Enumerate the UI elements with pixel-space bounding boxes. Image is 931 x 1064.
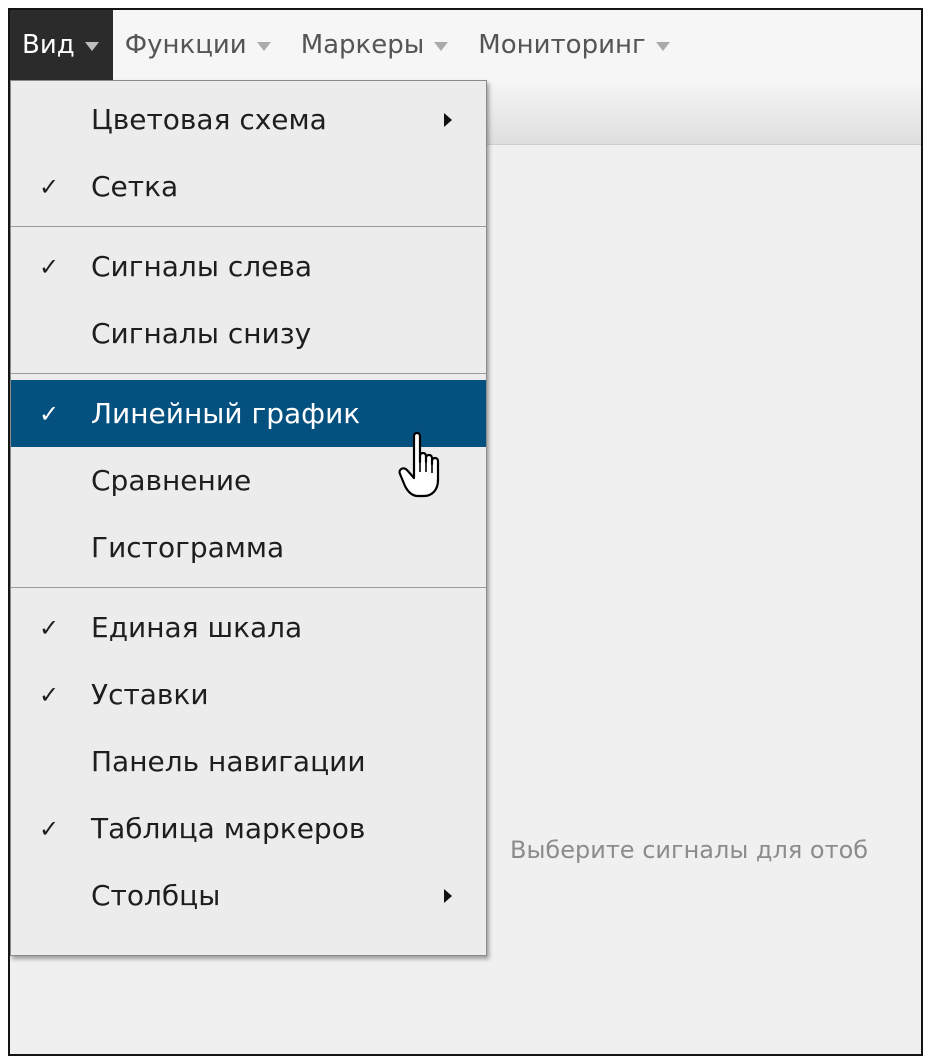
menu-item-unified-scale[interactable]: ✓ Единая шкала	[11, 594, 486, 661]
hand-pointer-icon	[398, 431, 440, 498]
menu-item-histogram[interactable]: Гистограмма	[11, 514, 486, 581]
caret-right-icon	[444, 889, 452, 903]
menu-item-label: Сигналы снизу	[91, 317, 312, 350]
menu-item-label: Линейный график	[91, 397, 361, 430]
menu-markers[interactable]: Маркеры	[289, 10, 467, 80]
empty-workspace-message: Выберите сигналы для отоб	[510, 836, 869, 864]
menu-item-navigation-panel[interactable]: Панель навигации	[11, 728, 486, 795]
check-icon: ✓	[38, 252, 60, 281]
menu-separator	[11, 367, 486, 380]
caret-right-icon	[444, 113, 452, 127]
menu-monitoring[interactable]: Мониторинг	[466, 10, 687, 80]
menu-item-signals-left[interactable]: ✓ Сигналы слева	[11, 233, 486, 300]
menu-view[interactable]: Вид	[10, 10, 113, 80]
menu-item-label: Столбцы	[91, 879, 221, 912]
caret-down-icon	[84, 42, 99, 51]
menu-item-label: Гистограмма	[91, 531, 285, 564]
menu-item-marker-table[interactable]: ✓ Таблица маркеров	[11, 795, 486, 862]
menu-item-label: Сигналы слева	[91, 250, 313, 283]
check-icon: ✓	[38, 172, 60, 201]
caret-down-icon	[256, 42, 271, 51]
view-dropdown-menu: Цветовая схема ✓ Сетка ✓ Сигналы слева С…	[10, 80, 487, 956]
menu-view-label: Вид	[22, 30, 75, 60]
menu-item-label: Сравнение	[91, 464, 252, 497]
menu-item-label: Таблица маркеров	[91, 812, 366, 845]
menu-item-setpoints[interactable]: ✓ Уставки	[11, 661, 486, 728]
menu-item-label: Сетка	[91, 170, 179, 203]
check-icon: ✓	[38, 680, 60, 709]
menu-item-color-scheme[interactable]: Цветовая схема	[11, 86, 486, 153]
caret-down-icon	[655, 42, 670, 51]
menu-item-label: Единая шкала	[91, 611, 303, 644]
app-window: Вид Функции Маркеры Мониторинг Выберите …	[8, 8, 923, 1056]
menu-item-label: Панель навигации	[91, 745, 366, 778]
menu-functions-label: Функции	[124, 30, 247, 60]
check-icon: ✓	[38, 814, 60, 843]
check-icon: ✓	[38, 399, 60, 428]
menu-markers-label: Маркеры	[300, 30, 425, 60]
menu-bar: Вид Функции Маркеры Мониторинг	[10, 10, 921, 80]
menu-separator	[11, 581, 486, 594]
menu-separator	[11, 220, 486, 233]
check-icon: ✓	[38, 613, 60, 642]
menu-item-signals-bottom[interactable]: Сигналы снизу	[11, 300, 486, 367]
menu-item-grid[interactable]: ✓ Сетка	[11, 153, 486, 220]
menu-item-label: Цветовая схема	[91, 103, 327, 136]
menu-functions[interactable]: Функции	[113, 10, 289, 80]
caret-down-icon	[434, 42, 449, 51]
menu-monitoring-label: Мониторинг	[478, 30, 646, 60]
menu-item-label: Уставки	[91, 678, 209, 711]
menu-item-columns[interactable]: Столбцы	[11, 862, 486, 929]
